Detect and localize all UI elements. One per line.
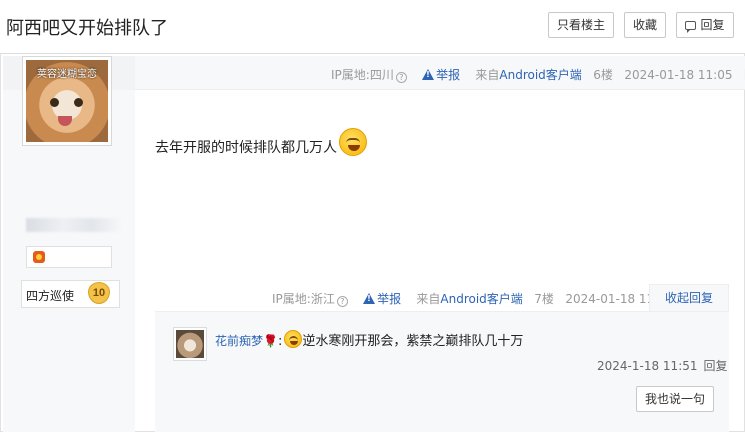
author-avatar[interactable]: 荚容迷糊宝恋	[22, 56, 112, 146]
sub-reply-text: 逆水寒刚开那会，紫禁之巅排队几十万	[302, 334, 524, 349]
help-icon[interactable]: ?	[395, 72, 407, 83]
sub-reply-avatar[interactable]	[173, 327, 207, 361]
source-prefix: 来自	[475, 68, 500, 82]
avatar-eye	[74, 98, 83, 107]
ip-location: IP属地:四川	[331, 68, 394, 82]
next-post-meta: IP属地:浙江? 举报 来自Android客户端 7楼 2024-01-18 1…	[272, 290, 673, 307]
sub-reply-username[interactable]: 花前痴梦	[215, 334, 263, 348]
floor-number: 6楼	[593, 68, 613, 82]
say-something-button[interactable]: 我也说一句	[636, 386, 714, 412]
reply-button-label: 回复	[700, 18, 725, 32]
source-link[interactable]: Android客户端	[499, 68, 581, 82]
thread-header: 阿西吧又开始排队了 只看楼主 收藏 回复	[0, 0, 745, 54]
collapse-replies-button[interactable]: 收起回复	[649, 284, 729, 312]
sub-reply-time: 2024-1-18 11:51	[597, 359, 698, 373]
post-meta-bar: IP属地:四川? 举报 来自Android客户端 6楼 2024-01-18 1…	[135, 56, 745, 90]
cat-avatar-image	[176, 330, 204, 358]
report-link[interactable]: 举报	[436, 68, 460, 82]
sub-reply-panel: 花前痴梦🌹: 逆水寒刚开那会，紫禁之巅排队几十万 2024-1-18 11:51 回…	[155, 311, 729, 432]
avatar-caption: 荚容迷糊宝恋	[37, 69, 97, 80]
ip-location: IP属地:浙江	[272, 292, 335, 306]
post-text: 去年开服的时候排队都几万人	[155, 140, 337, 156]
only-op-button[interactable]: 只看楼主	[548, 12, 614, 38]
avatar-eye	[50, 98, 59, 107]
source-link[interactable]: Android客户端	[440, 292, 522, 306]
smile-emoji-icon	[284, 330, 303, 348]
report-icon	[422, 69, 435, 80]
member-badge[interactable]	[26, 246, 112, 268]
laughing-emoji-icon	[339, 128, 367, 156]
post-time: 2024-01-18 11:05	[624, 68, 733, 82]
cat-avatar-image: 荚容迷糊宝恋	[26, 60, 108, 142]
level-title: 四方巡使	[26, 289, 75, 303]
level-number-icon: 10	[88, 282, 110, 304]
report-link[interactable]: 举报	[377, 292, 401, 306]
sub-reply-line: 花前痴梦🌹: 逆水寒刚开那会，紫禁之巅排队几十万	[215, 330, 523, 349]
sub-reply-meta: 2024-1-18 11:51 回复	[597, 357, 728, 374]
level-badge[interactable]: 四方巡使 10	[21, 280, 120, 308]
source-prefix: 来自	[416, 292, 441, 306]
help-icon[interactable]: ?	[336, 296, 348, 307]
favorite-button[interactable]: 收藏	[624, 12, 666, 38]
floor-number: 7楼	[534, 292, 554, 306]
post-content: 去年开服的时候排队都几万人	[155, 128, 367, 157]
report-icon	[363, 293, 376, 304]
reply-button[interactable]: 回复	[676, 12, 734, 38]
thread-title: 阿西吧又开始排队了	[6, 18, 168, 39]
reply-icon	[685, 21, 697, 33]
author-username-blurred[interactable]	[26, 218, 120, 232]
sub-reply-reply-link[interactable]: 回复	[704, 359, 728, 373]
badge-icon	[33, 251, 45, 263]
avatar-mouth	[58, 116, 72, 126]
rose-icon: 🌹	[263, 334, 278, 348]
post-meta: IP属地:四川? 举报 来自Android客户端 6楼 2024-01-18 1…	[331, 66, 745, 83]
